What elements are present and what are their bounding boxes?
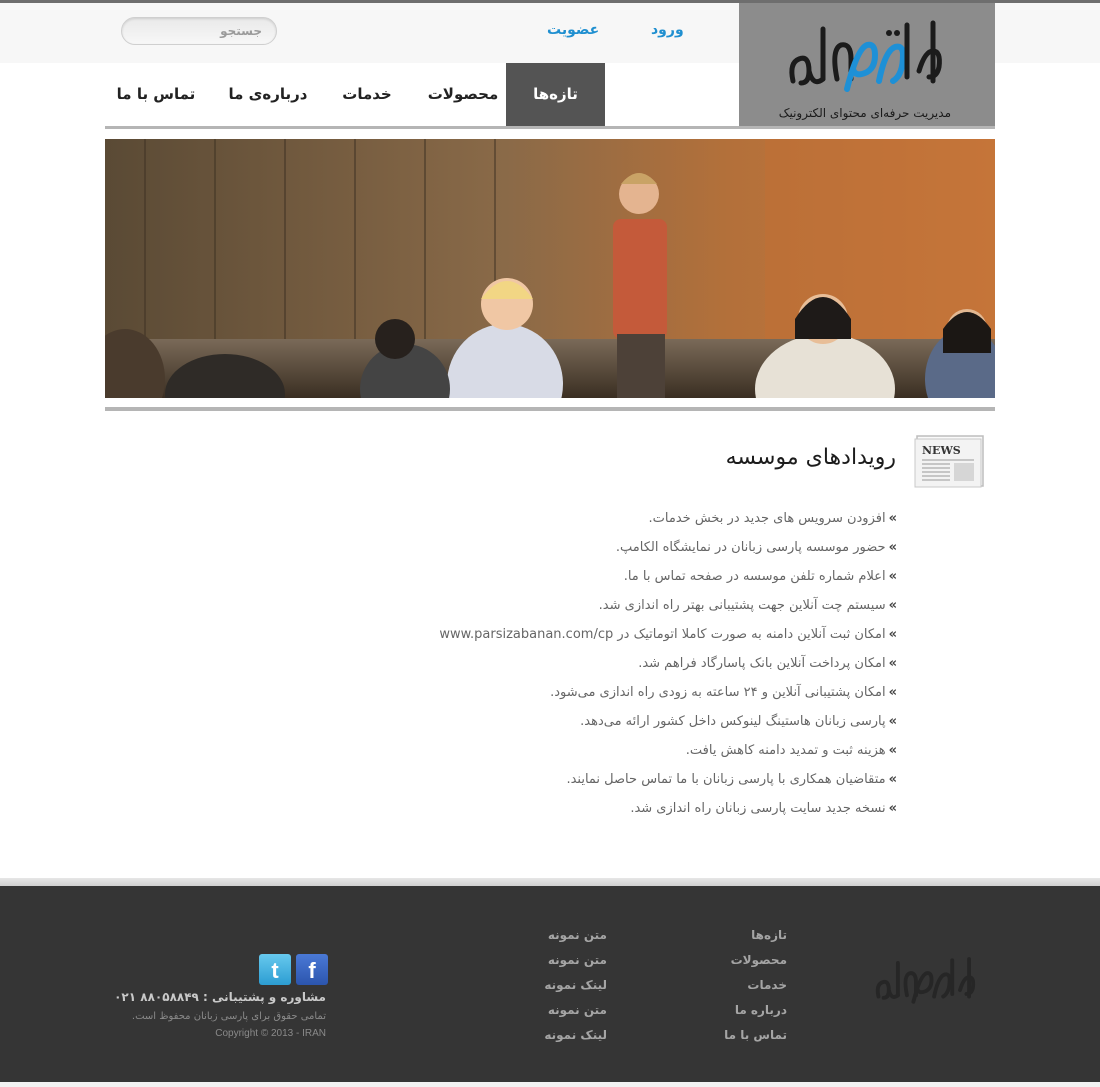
news-item-link[interactable]: سیستم چت آنلاین جهت پشتیبانی بهتر راه ان…	[599, 598, 886, 613]
news-item: »امکان پشتیبانی آنلاین و ۲۴ ساعته به زود…	[197, 682, 897, 711]
footer-menu-item: متن نمونه	[487, 951, 607, 976]
footer-menu-item: لینک نمونه	[487, 1026, 607, 1051]
bullet-icon: »	[888, 569, 897, 584]
news-item: »پارسی زبانان هاستینگ لینوکس داخل کشور ا…	[197, 711, 897, 740]
news-item-link[interactable]: پارسی زبانان هاستینگ لینوکس داخل کشور ار…	[580, 714, 885, 729]
news-item: »سیستم چت آنلاین جهت پشتیبانی بهتر راه ا…	[197, 595, 897, 624]
news-item: »امکان پرداخت آنلاین بانک پاسارگاد فراهم…	[197, 653, 897, 682]
news-list: »افزودن سرویس های جدید در بخش خدمات. »حض…	[197, 508, 897, 827]
banner-photo	[105, 139, 995, 398]
rights-notice: تمامی حقوق برای پارسی زبانان محفوظ است.	[131, 1011, 326, 1022]
bullet-icon: »	[888, 540, 897, 555]
main-nav: تازه‌ها محصولات خدمات درباره‌ی ما تماس ب…	[105, 63, 739, 126]
footer-menu-item: محصولات	[667, 951, 787, 976]
footer-bottom-border	[0, 1082, 1100, 1087]
copyright-notice: Copyright © 2013 - IRAN	[215, 1028, 326, 1039]
nav-item-services[interactable]: خدمات	[331, 63, 403, 126]
footer-sample-link[interactable]: لینک نمونه	[544, 978, 607, 992]
footer-menu-item: تازه‌ها	[667, 926, 787, 951]
footer-link-products[interactable]: محصولات	[731, 953, 787, 967]
footer-shadow	[0, 878, 1100, 886]
news-item-link[interactable]: نسخه جدید سایت پارسی زبانان راه اندازی ش…	[630, 801, 885, 816]
bullet-icon: »	[888, 511, 897, 526]
logo-mark	[789, 20, 942, 92]
news-item: »نسخه جدید سایت پارسی زبانان راه اندازی …	[197, 798, 897, 827]
nav-divider	[105, 126, 995, 129]
banner-illustration	[105, 139, 995, 398]
footer-menu-item: متن نمونه	[487, 1001, 607, 1026]
bullet-icon: »	[888, 656, 897, 671]
footer-link-about[interactable]: درباره ما	[735, 1003, 787, 1017]
footer-sample-links: متن نمونه متن نمونه لینک نمونه متن نمونه…	[487, 926, 607, 1051]
news-item-link[interactable]: امکان پشتیبانی آنلاین و ۲۴ ساعته به زودی…	[550, 685, 886, 700]
newspaper-icon: NEWS	[914, 435, 984, 488]
footer-menu-item: خدمات	[667, 976, 787, 1001]
footer-sample-link[interactable]: متن نمونه	[548, 928, 607, 942]
news-item-link[interactable]: حضور موسسه پارسی زبانان در نمایشگاه الکا…	[616, 540, 886, 555]
bullet-icon: »	[888, 714, 897, 729]
banner-divider	[105, 407, 995, 411]
footer-link-news[interactable]: تازه‌ها	[751, 928, 787, 942]
news-item: »متقاضیان همکاری با پارسی زبانان با ما ت…	[197, 769, 897, 798]
twitter-glyph: t	[271, 958, 279, 983]
login-link[interactable]: ورود	[651, 22, 684, 38]
nav-item-news[interactable]: تازه‌ها	[506, 63, 605, 126]
svg-text:NEWS: NEWS	[922, 444, 961, 457]
news-item: »امکان ثبت آنلاین دامنه به صورت کاملا ات…	[197, 624, 897, 653]
support-phone: مشاوره و پشتیبانی : ۸۸۰۵۸۸۴۹ ۰۲۱	[114, 990, 326, 1004]
footer-menu-item: متن نمونه	[487, 926, 607, 951]
news-item: »حضور موسسه پارسی زبانان در نمایشگاه الک…	[197, 537, 897, 566]
logo-tagline: مدیریت حرفه‌ای محتوای الکترونیک	[778, 106, 951, 120]
nav-item-about[interactable]: درباره‌ی ما	[223, 63, 313, 126]
footer-logo[interactable]	[872, 948, 982, 1016]
news-item-link[interactable]: امکان ثبت آنلاین دامنه به صورت کاملا اتو…	[439, 627, 885, 642]
footer-link-services[interactable]: خدمات	[747, 978, 787, 992]
news-item-link[interactable]: افزودن سرویس های جدید در بخش خدمات.	[649, 511, 886, 526]
bullet-icon: »	[888, 627, 897, 642]
news-item: »افزودن سرویس های جدید در بخش خدمات.	[197, 508, 897, 537]
nav-item-contact[interactable]: تماس با ما	[111, 63, 201, 126]
news-item-link[interactable]: متقاضیان همکاری با پارسی زبانان با ما تم…	[566, 772, 885, 787]
news-item-link[interactable]: اعلام شماره تلفن موسسه در صفحه تماس با م…	[624, 569, 886, 584]
news-item: »هزینه ثبت و تمدید دامنه کاهش یافت.	[197, 740, 897, 769]
bullet-icon: »	[888, 743, 897, 758]
footer-sample-link[interactable]: لینک نمونه	[544, 1028, 607, 1042]
news-item-link[interactable]: هزینه ثبت و تمدید دامنه کاهش یافت.	[686, 743, 886, 758]
footer-sample-link[interactable]: متن نمونه	[548, 1003, 607, 1017]
site-logo[interactable]: مدیریت حرفه‌ای محتوای الکترونیک	[739, 3, 995, 126]
news-section-title: رویدادهای موسسه	[725, 445, 896, 470]
news-item: »اعلام شماره تلفن موسسه در صفحه تماس با …	[197, 566, 897, 595]
footer-nav-menu: تازه‌ها محصولات خدمات درباره ما تماس با …	[667, 926, 787, 1051]
footer-menu-item: لینک نمونه	[487, 976, 607, 1001]
footer-link-contact[interactable]: تماس با ما	[724, 1028, 787, 1042]
footer-menu-item: درباره ما	[667, 1001, 787, 1026]
bullet-icon: »	[888, 598, 897, 613]
facebook-icon[interactable]: f	[296, 954, 328, 985]
footer-menu-item: تماس با ما	[667, 1026, 787, 1051]
twitter-icon[interactable]: t	[259, 954, 291, 985]
search-box	[121, 17, 277, 45]
news-item-link[interactable]: امکان پرداخت آنلاین بانک پاسارگاد فراهم …	[638, 656, 885, 671]
search-input[interactable]	[132, 21, 262, 41]
bullet-icon: »	[888, 685, 897, 700]
signup-link[interactable]: عضویت	[547, 22, 599, 38]
facebook-glyph: f	[308, 958, 316, 983]
bullet-icon: »	[888, 801, 897, 816]
bullet-icon: »	[888, 772, 897, 787]
nav-item-products[interactable]: محصولات	[423, 63, 503, 126]
footer-sample-link[interactable]: متن نمونه	[548, 953, 607, 967]
